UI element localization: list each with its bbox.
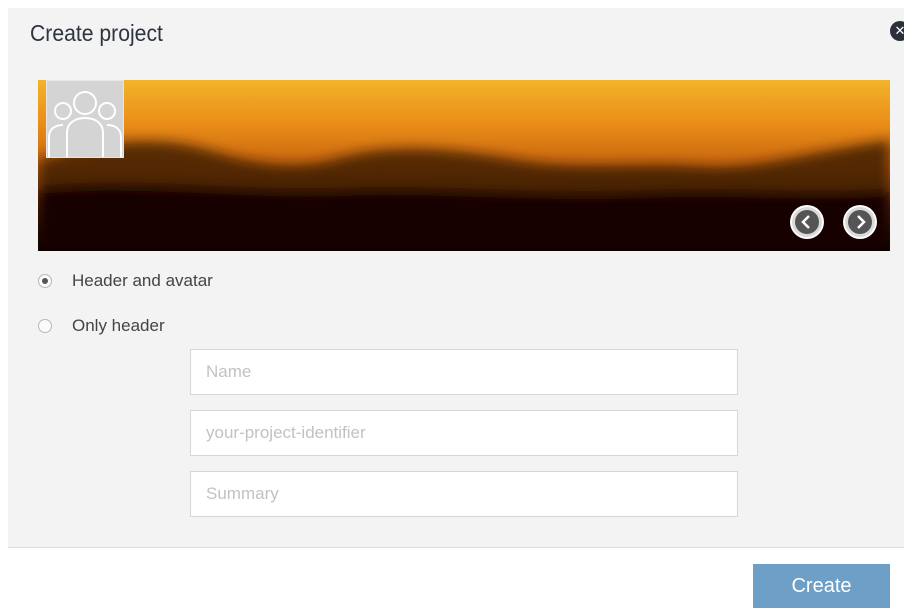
banner-next-button[interactable] — [843, 205, 877, 239]
sunset-landscape-image — [38, 80, 890, 251]
close-icon: ✕ — [894, 23, 904, 38]
group-users-icon — [48, 91, 122, 157]
option-header-and-avatar[interactable]: Header and avatar — [38, 271, 213, 291]
header-banner — [38, 80, 890, 251]
option-label: Header and avatar — [72, 271, 213, 290]
radio-header-and-avatar[interactable] — [38, 274, 52, 288]
dialog-title: Create project — [30, 20, 163, 46]
close-button[interactable]: ✕ — [890, 21, 904, 41]
chevron-right-icon — [848, 210, 872, 234]
radio-only-header[interactable] — [38, 319, 52, 333]
chevron-left-icon — [795, 210, 819, 234]
summary-input[interactable] — [190, 471, 738, 517]
option-only-header[interactable]: Only header — [38, 316, 165, 336]
project-avatar[interactable] — [46, 80, 124, 158]
footer-divider — [8, 547, 904, 548]
banner-prev-button[interactable] — [790, 205, 824, 239]
create-button[interactable]: Create — [753, 564, 890, 608]
name-input[interactable] — [190, 349, 738, 395]
option-label: Only header — [72, 316, 165, 335]
identifier-input[interactable] — [190, 410, 738, 456]
